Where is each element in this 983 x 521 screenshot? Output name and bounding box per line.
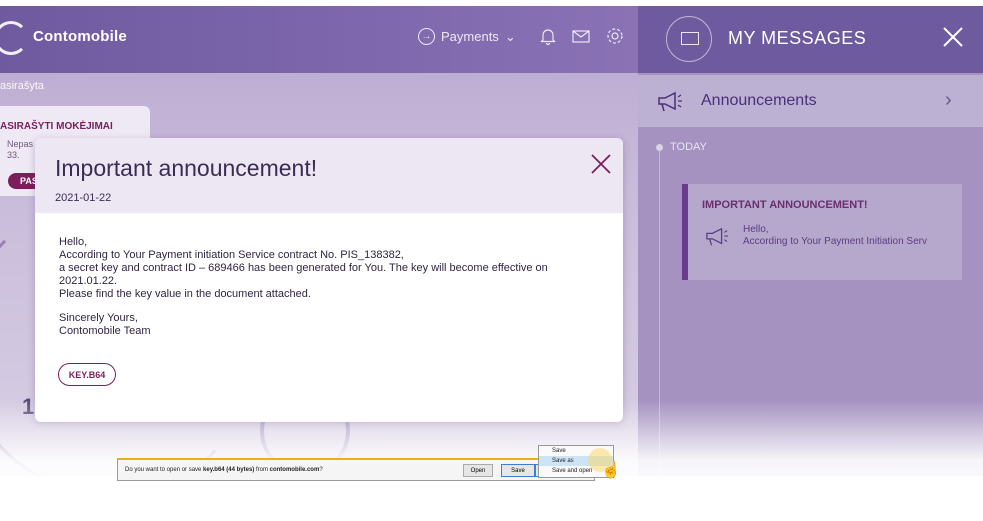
close-icon[interactable]	[938, 16, 968, 56]
message-preview: Hello, According to Your Payment Initiat…	[743, 224, 927, 248]
screen: Contomobile → Payments ⌄ asirašyta ASIRA…	[0, 0, 983, 521]
payments-label: Payments	[441, 29, 499, 44]
dialog-title: Important announcement!	[55, 155, 318, 181]
body-line: Please find the key value in the documen…	[59, 288, 311, 300]
bell-icon[interactable]	[538, 26, 558, 46]
announcements-label: Announcements	[701, 92, 817, 109]
dialog-date: 2021-01-22	[55, 192, 112, 204]
body-line: Sincerely Yours,	[59, 312, 138, 324]
card-line: 33.	[7, 150, 20, 160]
message-line: Hello,	[743, 224, 769, 235]
group-label: TODAY	[670, 141, 707, 153]
chevron-right-icon: ›	[945, 89, 952, 111]
message-item[interactable]: IMPORTANT ANNOUNCEMENT! Hello, According…	[682, 184, 962, 280]
chevron-down-icon: ⌄	[504, 28, 516, 44]
attachment-button[interactable]: KEY.B64	[58, 363, 116, 386]
body-line: a secret key and contract ID – 689466 ha…	[59, 262, 548, 274]
announcement-dialog: Important announcement! 2021-01-22 Hello…	[35, 138, 623, 422]
message-line: According to Your Payment Initiation Ser…	[743, 236, 927, 247]
close-icon[interactable]	[587, 150, 615, 178]
timeline-dot	[656, 144, 663, 151]
body-line: According to Your Payment initiation Ser…	[59, 249, 404, 261]
card-line: Nepas	[7, 139, 34, 149]
download-prompt: Do you want to open or save key.b64 (44 …	[125, 467, 323, 473]
breadcrumb[interactable]: asirašyta	[0, 80, 44, 92]
mail-icon[interactable]	[571, 26, 591, 46]
arrow-circle-icon: →	[418, 28, 435, 45]
message-title: IMPORTANT ANNOUNCEMENT!	[702, 199, 868, 211]
body-line: Hello,	[59, 236, 88, 248]
body-line: 2021.01.22.	[59, 275, 118, 287]
open-button[interactable]: Open	[463, 464, 493, 477]
logo-icon	[0, 21, 28, 55]
payments-menu[interactable]: → Payments ⌄	[418, 28, 516, 45]
brand-name: Contomobile	[33, 28, 127, 45]
save-button[interactable]: Save	[501, 464, 535, 477]
megaphone-icon	[706, 227, 728, 246]
card-title: ASIRAŠYTI MOKĖJIMAI	[0, 121, 113, 132]
site-name: contomobile.com	[269, 467, 320, 473]
messages-title: MY MESSAGES	[728, 28, 867, 48]
dialog-body: Hello, According to Your Payment initiat…	[59, 236, 599, 338]
gear-icon[interactable]	[605, 26, 625, 46]
top-navigation-bar: Contomobile → Payments ⌄	[0, 6, 640, 73]
envelope-icon	[666, 16, 712, 62]
download-bar: Do you want to open or save key.b64 (44 …	[117, 458, 595, 481]
hand-cursor-icon: ☝	[601, 462, 621, 479]
card-subtitle: Nepas 33.	[7, 139, 33, 161]
messages-header: MY MESSAGES	[638, 6, 983, 73]
dialog-header: Important announcement! 2021-01-22	[35, 138, 623, 213]
file-name: key.b64 (44 bytes)	[203, 467, 255, 473]
announcements-row[interactable]: Announcements ›	[638, 75, 983, 127]
body-line: Contomobile Team	[59, 325, 151, 337]
megaphone-icon	[658, 91, 682, 112]
